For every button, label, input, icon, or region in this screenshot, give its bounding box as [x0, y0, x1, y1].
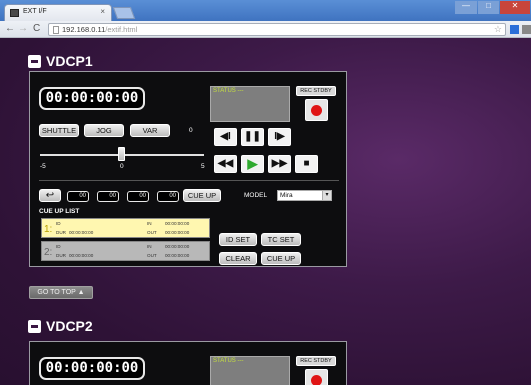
timecode-display: 00:00:00:00: [39, 87, 145, 110]
url-host: 192.168.0.11: [62, 25, 106, 34]
pause-button[interactable]: ❚❚: [241, 128, 264, 146]
step-back-button[interactable]: ◀I: [214, 128, 237, 146]
window-minimize-button[interactable]: —: [455, 1, 477, 14]
cue-list-title: CUE UP LIST: [39, 208, 80, 215]
jog-button[interactable]: JOG: [84, 124, 124, 137]
slider-mid-label: 0: [120, 163, 124, 170]
cue-row-dur-label: DUR: [56, 230, 66, 235]
window-maximize-button[interactable]: □: [478, 1, 499, 14]
back-icon[interactable]: ←: [5, 23, 15, 34]
cue-row-dur-value: 00:00:00:00: [69, 230, 94, 235]
window-close-button[interactable]: ✕: [500, 1, 530, 14]
address-bar[interactable]: 192.168.0.11/extif.html ☆: [48, 23, 506, 36]
close-icon: ✕: [511, 1, 519, 10]
model-select[interactable]: Mira ▾: [277, 190, 332, 201]
cue-row-out-label: OUT: [147, 230, 157, 235]
slider-min-label: -5: [40, 163, 46, 170]
cue-row-id-label: ID: [56, 244, 61, 249]
cue-row-in-label: IN: [147, 244, 152, 249]
section-title: VDCP1: [46, 53, 93, 69]
cue-seconds-field[interactable]: 00: [127, 191, 149, 202]
cue-row-dur-value: 00:00:00:00: [69, 253, 94, 258]
model-label: MODEL: [244, 192, 268, 199]
tab-close-icon[interactable]: ×: [100, 7, 105, 16]
minimize-icon: —: [462, 1, 470, 10]
cue-row-in-label: IN: [147, 221, 152, 226]
rec-stdby-button[interactable]: REC STDBY: [296, 356, 336, 366]
vdcp2-panel: 00:00:00:00 STATUS --- REC STDBY: [29, 341, 347, 385]
return-cue-icon[interactable]: ↩: [39, 189, 61, 202]
page-content: VDCP1 00:00:00:00 STATUS --- REC STDBY S…: [0, 38, 531, 385]
section-header-vdcp1[interactable]: VDCP1: [28, 53, 93, 69]
collapse-icon[interactable]: [28, 54, 41, 68]
cue-row-dur-label: DUR: [56, 253, 66, 258]
cue-row-id-label: ID: [56, 221, 61, 226]
fast-forward-button[interactable]: ▶▶: [268, 155, 291, 173]
cue-row-number: 1:: [44, 224, 53, 235]
tab-title: EXT I/F: [23, 8, 47, 15]
page-favicon-icon: [10, 9, 19, 17]
timecode-display: 00:00:00:00: [39, 357, 145, 380]
speed-value: 0: [189, 127, 193, 134]
reload-icon[interactable]: C: [33, 23, 40, 34]
cue-frames-field[interactable]: 00: [157, 191, 179, 202]
section-title: VDCP2: [46, 318, 93, 334]
rec-stdby-button[interactable]: REC STDBY: [296, 86, 336, 96]
cue-row-out-value: 00:00:00:00: [165, 253, 190, 258]
clear-button[interactable]: CLEAR: [219, 252, 257, 265]
new-tab-button[interactable]: [112, 7, 136, 19]
speed-slider-thumb[interactable]: [118, 147, 125, 161]
cue-row-out-value: 00:00:00:00: [165, 230, 190, 235]
id-set-button[interactable]: ID SET: [219, 233, 257, 246]
cue-row-number: 2:: [44, 247, 53, 258]
cue-row-out-label: OUT: [147, 253, 157, 258]
var-button[interactable]: VAR: [130, 124, 170, 137]
menu-icon[interactable]: [522, 25, 531, 34]
forward-icon[interactable]: →: [18, 23, 28, 34]
status-display: STATUS ---: [210, 86, 290, 122]
step-forward-button[interactable]: I▶: [268, 128, 291, 146]
model-select-value: Mira: [280, 192, 293, 199]
url-path: /extif.html: [105, 25, 138, 34]
cue-list-row-2[interactable]: 2: ID IN 00:00:00:00 DUR 00:00:00:00 OUT…: [41, 241, 210, 261]
url-text: 192.168.0.11/extif.html: [62, 25, 137, 34]
status-display: STATUS ---: [210, 356, 290, 385]
page-icon: [53, 26, 59, 34]
cue-row-in-value: 00:00:00:00: [165, 221, 190, 226]
browser-tab[interactable]: EXT I/F ×: [4, 4, 112, 21]
cue-hours-field[interactable]: 00: [67, 191, 89, 202]
go-to-top-button[interactable]: GO TO TOP ▲: [29, 286, 93, 299]
extension-icon[interactable]: [510, 25, 519, 34]
browser-toolbar: ← → C 192.168.0.11/extif.html ☆: [0, 21, 531, 38]
record-button[interactable]: [305, 99, 328, 121]
divider: [39, 180, 339, 181]
vdcp1-panel: 00:00:00:00 STATUS --- REC STDBY SHUTTLE…: [29, 71, 347, 267]
slider-max-label: 5: [201, 163, 205, 170]
tc-set-button[interactable]: TC SET: [261, 233, 301, 246]
browser-titlebar: EXT I/F × — □ ✕: [0, 0, 531, 21]
rewind-button[interactable]: ◀◀: [214, 155, 237, 173]
cue-minutes-field[interactable]: 00: [97, 191, 119, 202]
play-button[interactable]: ▶: [241, 155, 264, 173]
record-button[interactable]: [305, 369, 328, 385]
status-label: STATUS ---: [213, 358, 244, 364]
chevron-down-icon: ▾: [322, 191, 331, 200]
section-header-vdcp2[interactable]: VDCP2: [28, 318, 93, 334]
status-label: STATUS ---: [213, 88, 244, 94]
shuttle-button[interactable]: SHUTTLE: [39, 124, 79, 137]
collapse-icon[interactable]: [28, 319, 41, 333]
cue-row-in-value: 00:00:00:00: [165, 244, 190, 249]
cue-list-row-1[interactable]: 1: ID IN 00:00:00:00 DUR 00:00:00:00 OUT…: [41, 218, 210, 238]
cue-up-button[interactable]: CUE UP: [183, 189, 221, 202]
maximize-icon: □: [486, 1, 491, 10]
bookmark-star-icon[interactable]: ☆: [494, 24, 502, 35]
stop-button[interactable]: ■: [295, 155, 318, 173]
list-cue-up-button[interactable]: CUE UP: [261, 252, 301, 265]
